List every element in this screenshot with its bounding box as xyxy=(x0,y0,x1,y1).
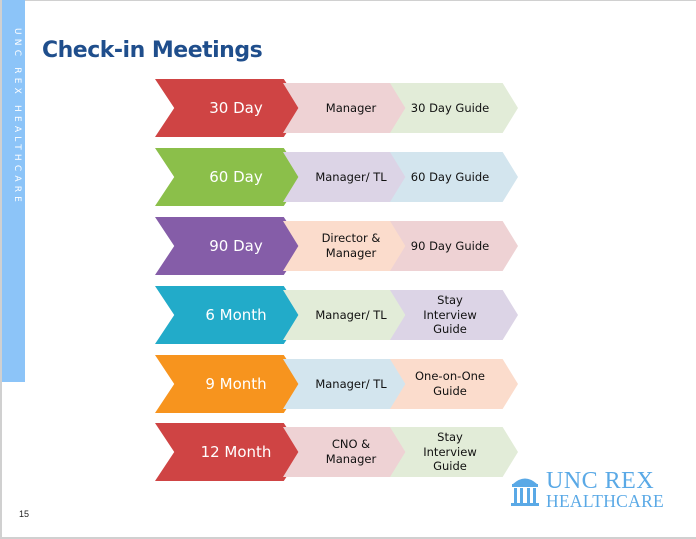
process-row: 60 Day Manager/ TL 60 Day Guide xyxy=(155,148,520,206)
process-row: 9 Month Manager/ TL One-on-One Guide xyxy=(155,355,520,413)
period-label: 30 Day xyxy=(209,99,263,117)
owner-label: Manager/ TL xyxy=(315,169,387,184)
guide-label: 90 Day Guide xyxy=(410,238,490,253)
owner-chevron: Manager xyxy=(283,83,411,133)
guide-chevron: One-on-One Guide xyxy=(390,359,518,409)
owner-label: Manager/ TL xyxy=(315,307,387,322)
owner-label: CNO & Manager xyxy=(325,437,377,466)
owner-chevron: Manager/ TL xyxy=(283,290,411,340)
period-chevron: 12 Month xyxy=(155,423,303,481)
period-label: 90 Day xyxy=(209,237,263,255)
process-row: 12 Month CNO & Manager Stay Interview Guid… xyxy=(155,423,520,481)
owner-label: Director & Manager xyxy=(321,231,381,260)
owner-chevron: Director & Manager xyxy=(283,221,411,271)
period-chevron: 9 Month xyxy=(155,355,303,413)
owner-chevron: Manager/ TL xyxy=(283,359,411,409)
process-row: 30 Day Manager 30 Day Guide xyxy=(155,79,520,137)
period-label: 9 Month xyxy=(205,375,267,393)
page-number: 15 xyxy=(19,509,30,519)
period-chevron: 30 Day xyxy=(155,79,303,137)
period-chevron: 6 Month xyxy=(155,286,303,344)
logo-line1: UNC REX xyxy=(546,468,655,494)
period-label: 12 Month xyxy=(200,443,272,461)
process-row: 6 Month Manager/ TL Stay Interview Guide xyxy=(155,286,520,344)
process-row: 90 Day Director & Manager 90 Day Guide xyxy=(155,217,520,275)
guide-chevron: 90 Day Guide xyxy=(390,221,518,271)
owner-chevron: Manager/ TL xyxy=(283,152,411,202)
building-columns-icon xyxy=(511,478,539,506)
guide-chevron: Stay Interview Guide xyxy=(390,290,518,340)
sidebar-brand-text: UNC REX HEALTHCARE xyxy=(12,28,22,207)
period-chevron: 60 Day xyxy=(155,148,303,206)
guide-chevron: 60 Day Guide xyxy=(390,152,518,202)
logo-line2: HEALTHCARE xyxy=(546,490,665,511)
owner-label: Manager/ TL xyxy=(315,376,387,391)
guide-chevron: Stay Interview Guide xyxy=(390,427,518,477)
slide-title: Check-in Meetings xyxy=(42,38,263,63)
period-label: 60 Day xyxy=(209,168,263,186)
guide-chevron: 30 Day Guide xyxy=(390,83,518,133)
guide-label: Stay Interview Guide xyxy=(423,292,477,337)
period-chevron: 90 Day xyxy=(155,217,303,275)
guide-label: 60 Day Guide xyxy=(410,169,490,184)
guide-label: One-on-One Guide xyxy=(415,369,485,398)
guide-label: Stay Interview Guide xyxy=(423,429,477,474)
brand-logo: UNC REX HEALTHCARE xyxy=(510,468,665,511)
period-label: 6 Month xyxy=(205,306,267,324)
owner-label: Manager xyxy=(325,100,377,115)
guide-label: 30 Day Guide xyxy=(410,100,490,115)
owner-chevron: CNO & Manager xyxy=(283,427,411,477)
